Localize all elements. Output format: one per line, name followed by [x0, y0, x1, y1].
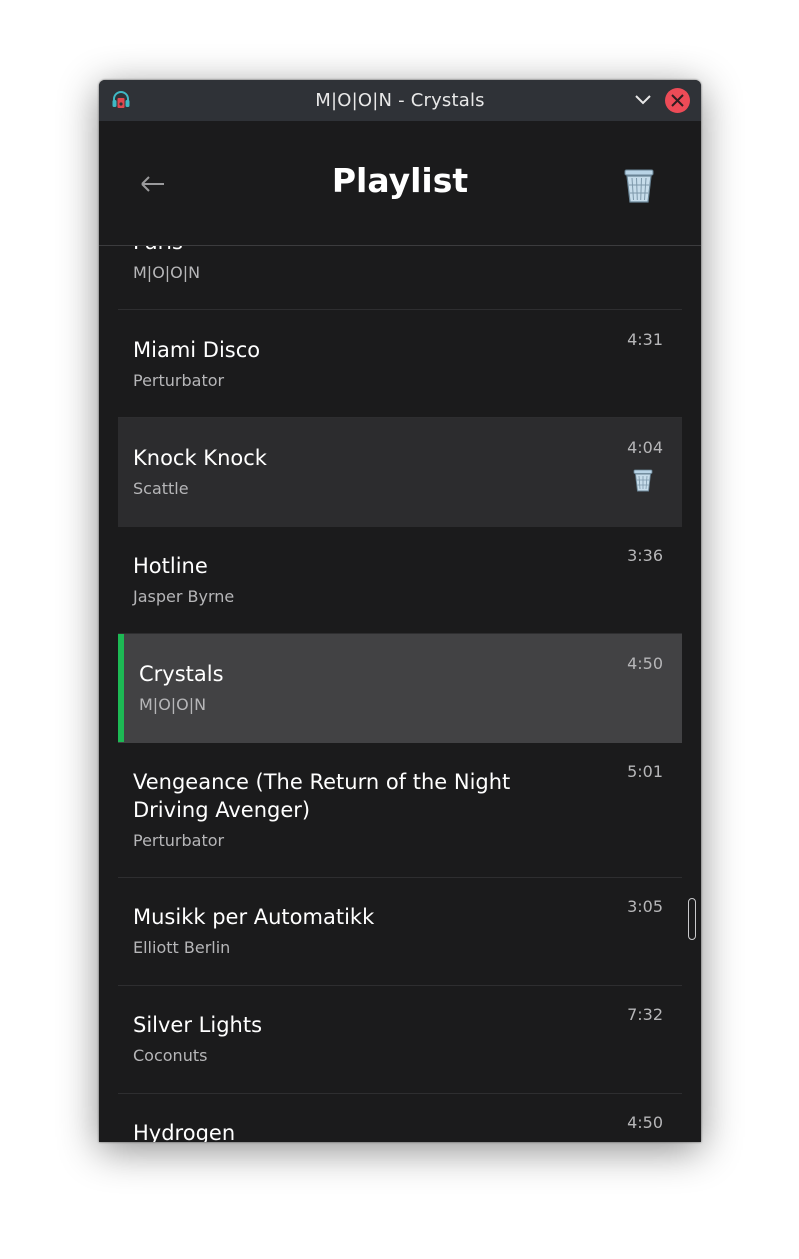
track-duration: 4:50: [627, 1113, 663, 1132]
window-title: M|O|O|N - Crystals: [315, 90, 485, 111]
remove-track-button[interactable]: [631, 467, 655, 493]
list-item[interactable]: Vengeance (The Return of the Night Drivi…: [118, 742, 682, 878]
playlist: Paris M|O|O|N Miami Disco Perturbator 4:…: [118, 245, 682, 1142]
track-artist: Perturbator: [133, 371, 225, 390]
track-title: Hydrogen: [133, 1121, 236, 1142]
track-duration: 3:05: [627, 897, 663, 916]
list-item[interactable]: Paris M|O|O|N: [118, 245, 682, 310]
track-artist: Perturbator: [133, 831, 225, 850]
track-title: Crystals: [139, 662, 224, 686]
trash-icon: [624, 169, 654, 203]
track-artist: Jasper Byrne: [133, 587, 235, 606]
track-duration: 7:32: [627, 1005, 663, 1024]
track-title: Musikk per Automatikk: [133, 905, 375, 929]
track-artist: Scattle: [133, 479, 189, 498]
trash-icon: [633, 469, 653, 492]
title-bar: M|O|O|N - Crystals: [99, 80, 701, 121]
track-artist: Coconuts: [133, 1046, 208, 1065]
close-icon: [671, 94, 684, 107]
list-item[interactable]: Hotline Jasper Byrne 3:36: [118, 526, 682, 634]
track-title: Paris: [133, 245, 563, 256]
track-artist: Elliott Berlin: [133, 938, 231, 957]
minimize-button[interactable]: [632, 90, 654, 110]
track-artist: M|O|O|N: [139, 695, 207, 714]
track-title: Silver Lights: [133, 1013, 263, 1037]
page-header: Playlist: [99, 121, 701, 246]
app-window: M|O|O|N - Crystals Playlist M|O|O|N Miam…: [99, 80, 701, 1142]
track-title: Knock Knock: [133, 446, 267, 470]
track-duration: 3:36: [627, 546, 663, 565]
list-item[interactable]: Silver Lights Coconuts 7:32: [118, 986, 682, 1094]
list-item-now-playing[interactable]: Crystals M|O|O|N 4:50: [118, 634, 682, 743]
track-title: Vengeance (The Return of the Night Drivi…: [133, 770, 511, 822]
track-title: Hotline: [133, 554, 208, 578]
track-duration: 4:31: [627, 330, 663, 349]
track-duration: 5:01: [627, 762, 663, 781]
track-title: Miami Disco: [133, 338, 261, 362]
close-button[interactable]: [665, 88, 690, 113]
track-duration: 4:50: [627, 654, 663, 673]
list-item[interactable]: Miami Disco Perturbator 4:31: [118, 310, 682, 418]
clear-playlist-button[interactable]: [621, 165, 657, 205]
track-duration: 4:04: [627, 438, 663, 457]
list-item[interactable]: Hydrogen 4:50: [118, 1094, 682, 1142]
scrollbar[interactable]: [688, 898, 696, 940]
list-item[interactable]: Musikk per Automatikk Elliott Berlin 3:0…: [118, 878, 682, 986]
chevron-down-icon: [635, 95, 651, 105]
list-item[interactable]: Knock Knock Scattle 4:04: [118, 418, 682, 527]
track-artist: M|O|O|N: [133, 263, 201, 282]
page-title: Playlist: [331, 161, 469, 200]
now-playing-indicator: [118, 634, 124, 742]
